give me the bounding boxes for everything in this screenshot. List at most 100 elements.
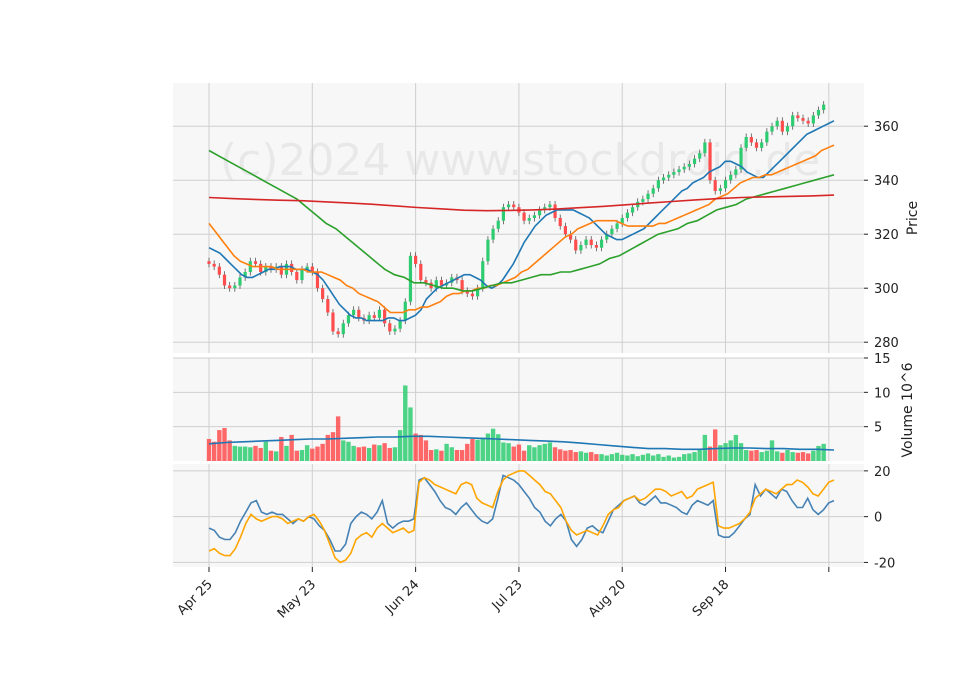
- volume-bar: [470, 439, 475, 461]
- candle-body: [822, 104, 826, 110]
- volume-bar: [573, 452, 578, 461]
- candle-body: [692, 158, 697, 164]
- oscillator-yticks: -20 0 20: [864, 465, 895, 571]
- volume-bar: [475, 439, 480, 461]
- volume-bar: [284, 445, 289, 461]
- volume-bar: [217, 430, 222, 461]
- candle-body: [398, 320, 402, 329]
- candle-body: [718, 188, 722, 191]
- volume-bar: [640, 454, 646, 461]
- volume-bar: [304, 445, 310, 461]
- candle-body: [377, 309, 382, 318]
- volume-bar: [206, 439, 212, 461]
- volume-bar: [356, 447, 361, 461]
- candle-body: [579, 245, 583, 251]
- candle-body: [729, 174, 733, 181]
- x-tick-label: May 23: [275, 577, 319, 621]
- candle-body: [300, 269, 304, 281]
- oscillator-panel: -20 0 20: [173, 464, 895, 571]
- volume-bar: [392, 447, 398, 461]
- volume-bar: [382, 443, 387, 461]
- volume-bar: [558, 449, 563, 461]
- candle-body: [584, 239, 588, 245]
- candle-body: [537, 209, 542, 216]
- candle-body: [527, 218, 531, 221]
- candle-body: [770, 126, 774, 132]
- candle-body: [682, 166, 686, 170]
- price-axis-label: Price: [905, 201, 921, 235]
- volume-bar: [805, 453, 811, 461]
- volume-bar: [671, 457, 677, 461]
- volume-bar: [790, 452, 795, 461]
- volume-bar: [609, 454, 615, 461]
- volume-bar: [232, 445, 238, 461]
- candle-body: [383, 309, 387, 324]
- volume-bar: [764, 450, 770, 461]
- volume-bar: [743, 450, 749, 461]
- volume-bar: [449, 447, 454, 461]
- candle-body: [687, 164, 691, 167]
- candle-body: [212, 263, 216, 267]
- candle-body: [295, 272, 299, 281]
- candle-body: [321, 288, 325, 299]
- volume-bar: [516, 444, 522, 461]
- candle-body: [749, 137, 753, 143]
- volume-bar: [222, 428, 227, 461]
- volume-bar: [656, 454, 661, 461]
- candle-body: [589, 239, 593, 245]
- candle-body: [816, 110, 821, 116]
- volume-bar: [211, 441, 217, 461]
- volume-bar: [418, 434, 423, 461]
- volume-bar: [811, 450, 816, 461]
- volume-bar: [434, 449, 439, 461]
- volume-bar: [268, 450, 274, 461]
- volume-bar: [537, 445, 542, 461]
- candle-body: [641, 199, 645, 202]
- volume-bar: [563, 450, 568, 461]
- volume-bar: [511, 446, 516, 461]
- price-tick-label: 320: [874, 228, 899, 243]
- volume-bar: [661, 456, 666, 461]
- volume-bar: [676, 456, 682, 461]
- candle-body: [708, 142, 712, 181]
- volume-tick-label: 10: [874, 386, 891, 401]
- candle-body: [486, 239, 490, 262]
- volume-bar: [697, 450, 702, 461]
- stock-chart: (c)2024 www.stockdroid.de 28030032034036…: [173, 83, 921, 621]
- volume-bar: [774, 451, 780, 461]
- volume-bar: [552, 447, 558, 461]
- volume-bar: [728, 440, 733, 461]
- volume-bar: [666, 455, 671, 461]
- candle-body: [646, 193, 650, 200]
- volume-bar: [490, 428, 496, 461]
- volume-bar: [501, 442, 506, 461]
- candle-body: [414, 255, 418, 264]
- candle-body: [346, 315, 351, 324]
- price-yticks: 280 300 320 340 360: [864, 120, 899, 351]
- candle-body: [238, 277, 242, 286]
- candle-body: [791, 115, 795, 127]
- volume-bar: [397, 430, 403, 461]
- candle-body: [419, 263, 423, 281]
- candle-body: [625, 212, 629, 218]
- volume-bar: [294, 450, 300, 461]
- volume-bar: [795, 452, 801, 461]
- candle-body: [744, 137, 748, 148]
- volume-bar: [604, 455, 609, 461]
- volume-bar: [682, 454, 687, 461]
- candle-body: [796, 115, 800, 119]
- volume-bar: [532, 447, 537, 461]
- volume-bar: [387, 447, 392, 461]
- volume-bar: [330, 432, 336, 461]
- candle-body: [207, 261, 211, 264]
- candle-body: [667, 174, 671, 178]
- volume-bar: [263, 441, 269, 461]
- volume-bar: [718, 445, 723, 461]
- candle-body: [672, 172, 676, 175]
- volume-bar: [702, 434, 708, 461]
- candle-body: [563, 226, 568, 235]
- volume-bar: [692, 452, 697, 461]
- volume-bar: [713, 429, 718, 461]
- candle-body: [677, 169, 681, 173]
- candle-body: [811, 115, 815, 124]
